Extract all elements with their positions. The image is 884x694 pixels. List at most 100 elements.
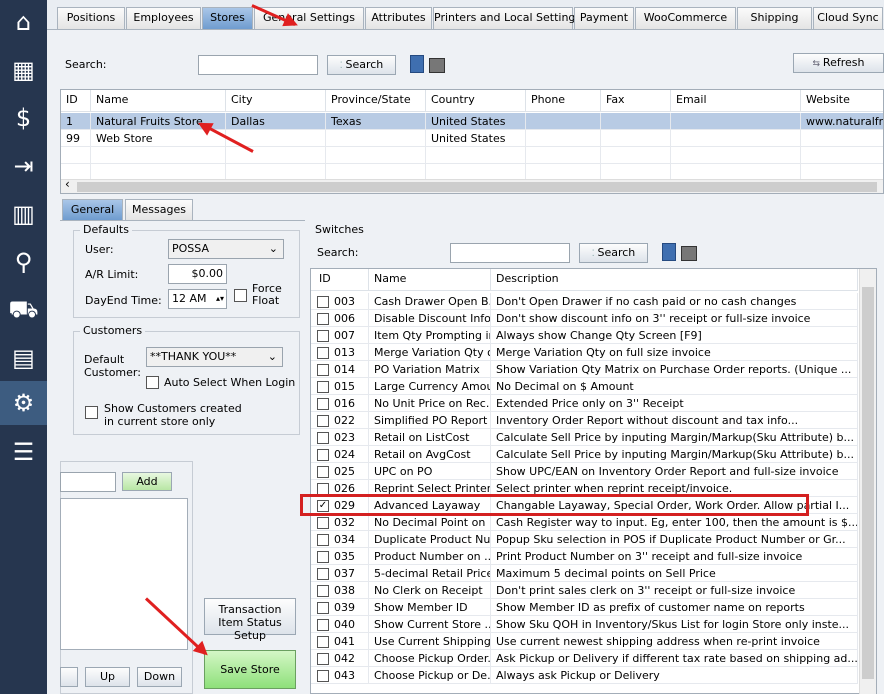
column-header[interactable]: Name [91,90,226,112]
switch-name[interactable]: Merge Variation Qty o... [369,344,491,361]
print-icon[interactable] [681,246,697,261]
column-header[interactable]: Website [801,90,883,112]
menu-nav-item[interactable]: ☰ [0,430,47,474]
switch-checkbox[interactable] [317,398,329,410]
switch-desc[interactable]: Show UPC/EAN on Inventory Order Report a… [491,463,858,480]
tab-payment[interactable]: Payment [574,7,634,29]
switch-checkbox[interactable] [317,517,329,529]
scroll-left-icon[interactable]: ‹ [65,177,70,191]
switch-name[interactable]: Show Current Store ... [369,616,491,633]
switch-checkbox[interactable] [317,619,329,631]
switch-desc[interactable]: Print Product Number on 3'' receipt and … [491,548,858,565]
switch-checkbox[interactable] [317,534,329,546]
store-search-button[interactable]: ⁚ Search [327,55,396,75]
table-cell[interactable] [671,113,801,130]
switch-name[interactable]: Product Number on ... [369,548,491,565]
default-customer-select[interactable]: **THANK YOU** ⌄ [146,347,283,367]
switch-desc[interactable]: Calculate Sell Price by inputing Margin/… [491,446,858,463]
switch-row-id[interactable]: 037 [311,565,369,582]
switch-name[interactable]: Choose Pickup Order... [369,650,491,667]
switch-name[interactable]: Show Member ID [369,599,491,616]
switch-checkbox[interactable] [317,653,329,665]
scrollbar-thumb[interactable] [77,182,877,192]
table-cell[interactable] [671,130,801,147]
switch-name[interactable]: 5-decimal Retail Price [369,565,491,582]
switch-name[interactable]: Use Current Shipping... [369,633,491,650]
table-cell[interactable] [801,130,883,147]
switch-checkbox[interactable] [317,364,329,376]
column-header[interactable]: Email [671,90,801,112]
switch-desc[interactable]: Ask Pickup or Delivery if different tax … [491,650,858,667]
switch-checkbox[interactable] [317,449,329,461]
switch-name[interactable]: Cash Drawer Open B... [369,293,491,310]
tab-employees[interactable]: Employees [126,7,201,29]
column-header[interactable]: Fax [601,90,671,112]
table-cell[interactable] [526,113,601,130]
switch-row-id[interactable]: 025 [311,463,369,480]
switch-desc[interactable]: Use current newest shipping address when… [491,633,858,650]
switch-row-id[interactable]: 007 [311,327,369,344]
switch-name[interactable]: Disable Discount Info [369,310,491,327]
switch-desc[interactable]: Don't show discount info on 3'' receipt … [491,310,858,327]
invoice-nav-item[interactable]: $ [0,96,47,140]
tab-woocommerce[interactable]: WooCommerce [635,7,736,29]
switch-row-id[interactable]: 039 [311,599,369,616]
table-cell[interactable]: United States [426,113,526,130]
auto-select-checkbox[interactable] [146,376,159,389]
tab-printers-and-local-settings[interactable]: Printers and Local Settings [433,7,581,29]
switch-row-id[interactable]: 040 [311,616,369,633]
switch-checkbox[interactable] [317,602,329,614]
switch-desc[interactable]: Show Variation Qty Matrix on Purchase Or… [491,361,858,378]
switch-name[interactable]: Simplified PO Report [369,412,491,429]
home-nav-item[interactable]: ⌂ [0,0,47,44]
tab-cloud-sync[interactable]: Cloud Sync [813,7,883,29]
switch-row-id[interactable]: 042 [311,650,369,667]
switch-row-id[interactable]: 015 [311,378,369,395]
switches-search-button[interactable]: ⁚ Search [579,243,648,263]
switch-desc[interactable]: No Decimal on $ Amount [491,378,858,395]
switch-desc[interactable]: Inventory Order Report without discount … [491,412,858,429]
switch-name[interactable]: No Decimal Point on ... [369,514,491,531]
tab-general-settings[interactable]: General Settings [254,7,364,29]
tab-stores[interactable]: Stores [202,7,253,29]
user-select[interactable]: POSSA ⌄ [168,239,284,259]
switches-scrollbar[interactable] [859,269,876,694]
switch-desc[interactable]: Show Member ID as prefix of customer nam… [491,599,858,616]
settings-nav-item[interactable]: ⚙ [0,381,47,425]
switch-desc[interactable]: Don't print sales clerk on 3'' receipt o… [491,582,858,599]
table-cell[interactable]: Dallas [226,113,326,130]
switch-desc[interactable]: Maximum 5 decimal points on Sell Price [491,565,858,582]
switch-name[interactable]: UPC on PO [369,463,491,480]
scrollbar-thumb[interactable] [862,287,874,679]
table-cell[interactable]: www.naturalfruits [801,113,883,130]
column-header[interactable]: Name [369,269,491,291]
switch-desc[interactable]: Always ask Pickup or Delivery [491,667,858,684]
switch-checkbox[interactable] [317,330,329,342]
switch-checkbox[interactable] [317,568,329,580]
switch-checkbox[interactable] [317,381,329,393]
switch-checkbox[interactable] [317,636,329,648]
table-cell[interactable]: 1 [61,113,91,130]
save-store-button[interactable]: Save Store [204,650,296,689]
switch-desc[interactable]: Always show Change Qty Screen [F9] [491,327,858,344]
switch-desc[interactable]: Don't Open Drawer if no cash paid or no … [491,293,858,310]
print-icon[interactable] [429,58,445,73]
dayend-time-input[interactable]: 12 AM ▴▾ [168,289,227,309]
register-nav-item[interactable]: ▦ [0,48,47,92]
switch-name[interactable]: Choose Pickup or De... [369,667,491,684]
add-input[interactable] [60,472,116,492]
switch-name[interactable]: Retail on AvgCost [369,446,491,463]
tab-positions[interactable]: Positions [57,7,125,29]
switch-row-id[interactable]: 038 [311,582,369,599]
switch-name[interactable]: No Clerk on Receipt [369,582,491,599]
column-header[interactable]: Description [491,269,858,291]
switch-row-id[interactable]: 022 [311,412,369,429]
switch-desc[interactable]: Extended Price only on 3'' Receipt [491,395,858,412]
table-cell[interactable] [601,113,671,130]
switch-desc[interactable]: Cash Register way to input. Eg, enter 10… [491,514,858,531]
switch-row-id[interactable]: 024 [311,446,369,463]
ar-limit-input[interactable]: $0.00 [168,264,227,284]
switch-row-id[interactable]: 013 [311,344,369,361]
switch-name[interactable]: No Unit Price on Rec... [369,395,491,412]
partial-button[interactable] [60,667,78,687]
